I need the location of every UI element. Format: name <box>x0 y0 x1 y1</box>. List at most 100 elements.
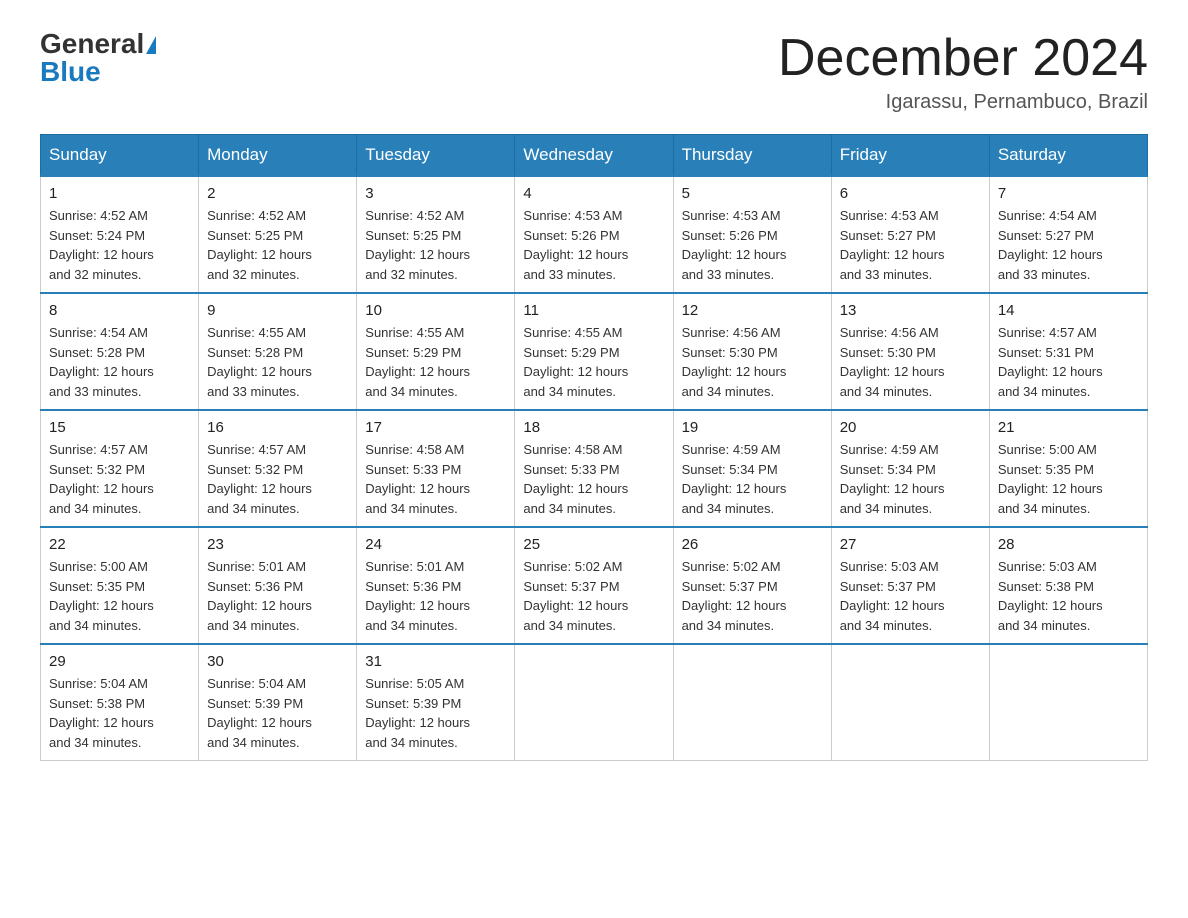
calendar-cell: 8Sunrise: 4:54 AMSunset: 5:28 PMDaylight… <box>41 293 199 410</box>
day-number: 7 <box>998 185 1139 202</box>
day-info: Sunrise: 5:04 AMSunset: 5:38 PMDaylight:… <box>49 674 190 752</box>
day-number: 14 <box>998 302 1139 319</box>
calendar-cell: 14 Sunrise: 4:57 AMSunset: 5:31 PMDayligh… <box>989 293 1147 410</box>
day-number: 1 <box>49 185 190 202</box>
calendar-cell: 27Sunrise: 5:03 AMSunset: 5:37 PMDayligh… <box>831 527 989 644</box>
calendar-day-header: Thursday <box>673 135 831 177</box>
day-number: 3 <box>365 185 506 202</box>
day-info: Sunrise: 5:00 AMSunset: 5:35 PMDaylight:… <box>998 440 1139 518</box>
header-right: December 2024 Igarassu, Pernambuco, Braz… <box>778 30 1148 114</box>
calendar-cell: 16 Sunrise: 4:57 AMSunset: 5:32 PMDayligh… <box>199 410 357 527</box>
day-info: Sunrise: 4:52 AMSunset: 5:25 PMDaylight:… <box>207 206 348 284</box>
calendar-cell: 22Sunrise: 5:00 AMSunset: 5:35 PMDayligh… <box>41 527 199 644</box>
calendar-cell: 9 Sunrise: 4:55 AMSunset: 5:28 PMDaylight… <box>199 293 357 410</box>
calendar-cell: 29 Sunrise: 5:04 AMSunset: 5:38 PMDayligh… <box>41 644 199 761</box>
logo-triangle-icon <box>146 36 156 54</box>
day-number: 4 <box>523 185 664 202</box>
calendar-cell: 23Sunrise: 5:01 AMSunset: 5:36 PMDayligh… <box>199 527 357 644</box>
day-info: Sunrise: 4:54 AMSunset: 5:28 PMDaylight:… <box>49 323 190 401</box>
day-number: 23 <box>207 536 348 553</box>
day-number: 16 <box>207 419 348 436</box>
calendar-day-header: Wednesday <box>515 135 673 177</box>
day-info: Sunrise: 4:57 AMSunset: 5:31 PMDaylight:… <box>998 323 1139 401</box>
logo-general-text: General <box>40 28 144 59</box>
day-info: Sunrise: 4:59 AMSunset: 5:34 PMDaylight:… <box>840 440 981 518</box>
calendar-cell: 31Sunrise: 5:05 AMSunset: 5:39 PMDayligh… <box>357 644 515 761</box>
day-number: 29 <box>49 653 190 670</box>
day-number: 20 <box>840 419 981 436</box>
calendar-week-row: 8Sunrise: 4:54 AMSunset: 5:28 PMDaylight… <box>41 293 1148 410</box>
day-number: 2 <box>207 185 348 202</box>
day-info: Sunrise: 4:54 AMSunset: 5:27 PMDaylight:… <box>998 206 1139 284</box>
calendar-cell <box>989 644 1147 761</box>
day-info: Sunrise: 4:56 AMSunset: 5:30 PMDaylight:… <box>682 323 823 401</box>
day-info: Sunrise: 5:04 AMSunset: 5:39 PMDaylight:… <box>207 674 348 752</box>
calendar-cell: 11Sunrise: 4:55 AMSunset: 5:29 PMDayligh… <box>515 293 673 410</box>
calendar-cell: 3 Sunrise: 4:52 AMSunset: 5:25 PMDaylight… <box>357 176 515 293</box>
day-info: Sunrise: 4:52 AMSunset: 5:25 PMDaylight:… <box>365 206 506 284</box>
day-info: Sunrise: 4:57 AMSunset: 5:32 PMDaylight:… <box>207 440 348 518</box>
calendar-day-header: Saturday <box>989 135 1147 177</box>
calendar-cell <box>515 644 673 761</box>
calendar-table: SundayMondayTuesdayWednesdayThursdayFrid… <box>40 134 1148 761</box>
day-number: 9 <box>207 302 348 319</box>
day-number: 15 <box>49 419 190 436</box>
month-title: December 2024 <box>778 30 1148 87</box>
day-number: 31 <box>365 653 506 670</box>
day-number: 26 <box>682 536 823 553</box>
calendar-cell: 7 Sunrise: 4:54 AMSunset: 5:27 PMDaylight… <box>989 176 1147 293</box>
calendar-cell: 10 Sunrise: 4:55 AMSunset: 5:29 PMDayligh… <box>357 293 515 410</box>
day-number: 27 <box>840 536 981 553</box>
day-number: 6 <box>840 185 981 202</box>
day-info: Sunrise: 4:55 AMSunset: 5:29 PMDaylight:… <box>365 323 506 401</box>
calendar-cell: 1 Sunrise: 4:52 AMSunset: 5:24 PMDaylight… <box>41 176 199 293</box>
page-header: General Blue December 2024 Igarassu, Per… <box>40 30 1148 114</box>
day-info: Sunrise: 5:02 AMSunset: 5:37 PMDaylight:… <box>523 557 664 635</box>
calendar-cell: 5 Sunrise: 4:53 AMSunset: 5:26 PMDaylight… <box>673 176 831 293</box>
day-number: 10 <box>365 302 506 319</box>
calendar-cell: 19Sunrise: 4:59 AMSunset: 5:34 PMDayligh… <box>673 410 831 527</box>
day-info: Sunrise: 4:53 AMSunset: 5:26 PMDaylight:… <box>523 206 664 284</box>
calendar-day-header: Monday <box>199 135 357 177</box>
calendar-cell: 24Sunrise: 5:01 AMSunset: 5:36 PMDayligh… <box>357 527 515 644</box>
day-number: 17 <box>365 419 506 436</box>
calendar-cell: 26Sunrise: 5:02 AMSunset: 5:37 PMDayligh… <box>673 527 831 644</box>
day-info: Sunrise: 4:55 AMSunset: 5:28 PMDaylight:… <box>207 323 348 401</box>
day-info: Sunrise: 5:00 AMSunset: 5:35 PMDaylight:… <box>49 557 190 635</box>
calendar-cell <box>831 644 989 761</box>
location-text: Igarassu, Pernambuco, Brazil <box>778 91 1148 114</box>
calendar-cell: 25 Sunrise: 5:02 AMSunset: 5:37 PMDayligh… <box>515 527 673 644</box>
logo-line1: General <box>40 30 156 58</box>
calendar-cell: 18 Sunrise: 4:58 AMSunset: 5:33 PMDayligh… <box>515 410 673 527</box>
day-number: 19 <box>682 419 823 436</box>
calendar-cell: 28Sunrise: 5:03 AMSunset: 5:38 PMDayligh… <box>989 527 1147 644</box>
day-info: Sunrise: 4:57 AMSunset: 5:32 PMDaylight:… <box>49 440 190 518</box>
calendar-cell: 6Sunrise: 4:53 AMSunset: 5:27 PMDaylight… <box>831 176 989 293</box>
calendar-cell: 4 Sunrise: 4:53 AMSunset: 5:26 PMDaylight… <box>515 176 673 293</box>
calendar-cell: 30 Sunrise: 5:04 AMSunset: 5:39 PMDayligh… <box>199 644 357 761</box>
day-number: 5 <box>682 185 823 202</box>
calendar-day-header: Friday <box>831 135 989 177</box>
day-info: Sunrise: 4:52 AMSunset: 5:24 PMDaylight:… <box>49 206 190 284</box>
day-number: 28 <box>998 536 1139 553</box>
logo-blue-text: Blue <box>40 56 101 87</box>
day-number: 18 <box>523 419 664 436</box>
calendar-cell: 12Sunrise: 4:56 AMSunset: 5:30 PMDayligh… <box>673 293 831 410</box>
day-info: Sunrise: 4:58 AMSunset: 5:33 PMDaylight:… <box>523 440 664 518</box>
logo: General Blue <box>40 30 156 86</box>
calendar-week-row: 1 Sunrise: 4:52 AMSunset: 5:24 PMDaylight… <box>41 176 1148 293</box>
calendar-cell: 15 Sunrise: 4:57 AMSunset: 5:32 PMDayligh… <box>41 410 199 527</box>
day-info: Sunrise: 4:55 AMSunset: 5:29 PMDaylight:… <box>523 323 664 401</box>
calendar-cell: 21 Sunrise: 5:00 AMSunset: 5:35 PMDayligh… <box>989 410 1147 527</box>
calendar-day-header: Tuesday <box>357 135 515 177</box>
calendar-day-header: Sunday <box>41 135 199 177</box>
logo-line2: Blue <box>40 58 101 86</box>
day-number: 21 <box>998 419 1139 436</box>
day-number: 25 <box>523 536 664 553</box>
calendar-cell: 17 Sunrise: 4:58 AMSunset: 5:33 PMDayligh… <box>357 410 515 527</box>
day-number: 30 <box>207 653 348 670</box>
calendar-cell: 2 Sunrise: 4:52 AMSunset: 5:25 PMDaylight… <box>199 176 357 293</box>
calendar-cell: 13Sunrise: 4:56 AMSunset: 5:30 PMDayligh… <box>831 293 989 410</box>
day-info: Sunrise: 4:53 AMSunset: 5:26 PMDaylight:… <box>682 206 823 284</box>
day-info: Sunrise: 4:58 AMSunset: 5:33 PMDaylight:… <box>365 440 506 518</box>
